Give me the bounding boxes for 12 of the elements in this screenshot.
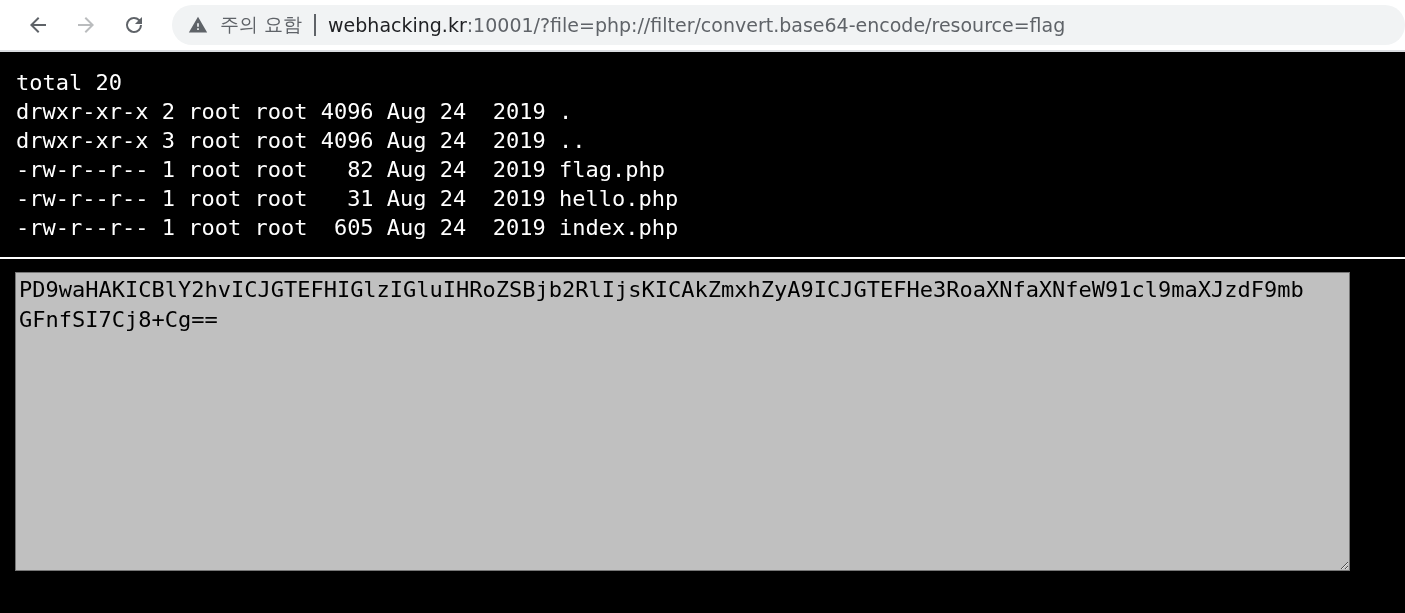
url-path: :10001/?file=php://filter/convert.base64-encode/resource=flag <box>466 14 1066 36</box>
warning-icon <box>188 15 208 35</box>
listing-line: -rw-r--r-- 1 root root 82 Aug 24 2019 flag.php <box>16 156 665 184</box>
listing-line: total 20 <box>16 69 122 97</box>
listing-line: drwxr-xr-x 3 root root 4096 Aug 24 2019 .. <box>16 127 586 155</box>
url-host: webhacking.kr <box>328 14 467 36</box>
security-label[interactable]: 주의 요함 <box>220 12 303 38</box>
output-text-area[interactable]: PD9waHAKICBlY2hvICJGTEFHIGlzIGluIHRoZSBjb2RlIjsKICAkZmxhZyA9ICJGTEFHe3RoaXNfaXNfeW91cl9maXJzdF9mbGFnfSI7Cj8+Cg== <box>15 272 1350 571</box>
listing-line: drwxr-xr-x 2 root root 4096 Aug 24 2019 . <box>16 98 573 126</box>
address-bar[interactable]: 주의 요함 webhacking.kr:10001/?file=php://filter/convert.base64-encode/resource=flag <box>172 5 1405 45</box>
listing-line: -rw-r--r-- 1 root root 31 Aug 24 2019 hello.php <box>16 185 679 213</box>
listing-line: -rw-r--r-- 1 root root 605 Aug 24 2019 index.php <box>16 214 679 242</box>
